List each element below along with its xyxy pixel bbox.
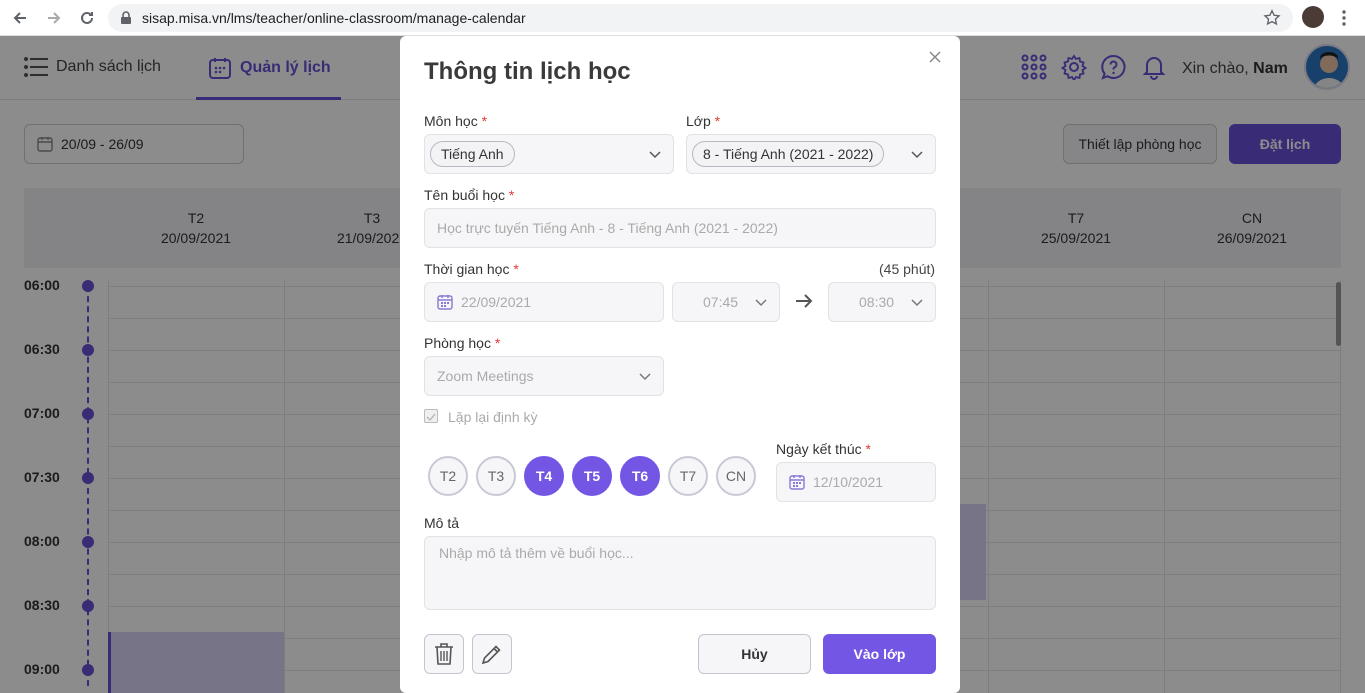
lock-icon	[120, 11, 132, 30]
duration-text: (45 phút)	[879, 261, 936, 277]
end-date-label: Ngày kết thúc *	[776, 441, 871, 457]
start-time-select[interactable]: 07:45	[672, 282, 780, 322]
close-icon[interactable]	[928, 50, 944, 66]
date-field[interactable]: 22/09/2021	[424, 282, 664, 322]
room-label-text: Phòng học	[424, 335, 491, 351]
time-label-text: Thời gian học	[424, 261, 510, 277]
cancel-button[interactable]: Hủy	[698, 634, 811, 674]
start-time-value: 07:45	[703, 294, 739, 310]
chevron-down-icon	[755, 299, 767, 307]
chevron-down-icon	[911, 299, 923, 307]
browser-toolbar: sisap.misa.vn/lms/teacher/online-classro…	[0, 0, 1365, 36]
weekday-toggle[interactable]: T2	[428, 456, 468, 496]
schedule-info-dialog: Thông tin lịch học Môn học * Tiếng Anh L…	[400, 36, 960, 693]
time-label: Thời gian học *	[424, 261, 519, 277]
weekday-toggle[interactable]: T6	[620, 456, 660, 496]
class-label-text: Lớp	[686, 113, 711, 129]
end-time-value: 08:30	[859, 294, 895, 310]
room-value: Zoom Meetings	[437, 368, 534, 384]
weekday-toggle[interactable]: T7	[668, 456, 708, 496]
repeat-label: Lặp lại định kỳ	[448, 409, 538, 425]
chevron-down-icon	[639, 373, 651, 381]
end-time-select[interactable]: 08:30	[828, 282, 936, 322]
weekday-toggle[interactable]: CN	[716, 456, 756, 496]
weekday-toggle[interactable]: T5	[572, 456, 612, 496]
pencil-icon	[481, 645, 501, 665]
trash-icon	[435, 643, 453, 665]
subject-label-text: Môn học	[424, 113, 478, 129]
calendar-icon	[437, 295, 453, 310]
end-date-value: 12/10/2021	[813, 474, 884, 490]
enter-class-button[interactable]: Vào lớp	[823, 634, 936, 674]
weekday-toggle[interactable]: T4	[524, 456, 564, 496]
session-name-placeholder: Học trực tuyến Tiếng Anh - 8 - Tiếng Anh…	[437, 220, 778, 236]
class-label: Lớp *	[686, 113, 721, 129]
weekday-toggle[interactable]: T3	[476, 456, 516, 496]
url-text: sisap.misa.vn/lms/teacher/online-classro…	[142, 10, 526, 26]
check-icon	[426, 413, 436, 422]
reload-icon[interactable]	[75, 6, 99, 30]
date-value: 22/09/2021	[461, 294, 532, 310]
class-chip: 8 - Tiếng Anh (2021 - 2022)	[692, 141, 885, 167]
room-select[interactable]: Zoom Meetings	[424, 356, 664, 396]
chevron-down-icon	[649, 151, 661, 159]
browser-profile-avatar[interactable]	[1302, 6, 1324, 28]
star-icon[interactable]	[1263, 9, 1281, 32]
end-date-field[interactable]: 12/10/2021	[776, 462, 936, 502]
end-date-label-text: Ngày kết thúc	[776, 441, 862, 457]
subject-select[interactable]: Tiếng Anh	[424, 134, 674, 174]
description-placeholder: Nhập mô tả thêm về buổi học...	[439, 545, 634, 561]
more-icon[interactable]	[1338, 8, 1350, 28]
subject-chip: Tiếng Anh	[430, 141, 515, 167]
arrow-right-icon	[794, 292, 814, 315]
address-bar[interactable]: sisap.misa.vn/lms/teacher/online-classro…	[108, 4, 1293, 32]
repeat-checkbox[interactable]	[424, 409, 438, 423]
session-name-label: Tên buổi học *	[424, 187, 515, 203]
forward-icon[interactable]	[42, 6, 66, 30]
back-icon[interactable]	[8, 6, 32, 30]
room-label: Phòng học *	[424, 335, 501, 351]
calendar-icon	[789, 475, 805, 490]
description-field[interactable]: Nhập mô tả thêm về buổi học...	[424, 536, 936, 610]
delete-button[interactable]	[424, 634, 464, 674]
subject-label: Môn học *	[424, 113, 488, 129]
chevron-down-icon	[911, 151, 923, 159]
description-label: Mô tả	[424, 515, 460, 531]
class-select[interactable]: 8 - Tiếng Anh (2021 - 2022)	[686, 134, 936, 174]
session-name-label-text: Tên buổi học	[424, 187, 505, 203]
edit-button[interactable]	[472, 634, 512, 674]
dialog-title: Thông tin lịch học	[424, 58, 631, 85]
session-name-field[interactable]: Học trực tuyến Tiếng Anh - 8 - Tiếng Anh…	[424, 208, 936, 248]
